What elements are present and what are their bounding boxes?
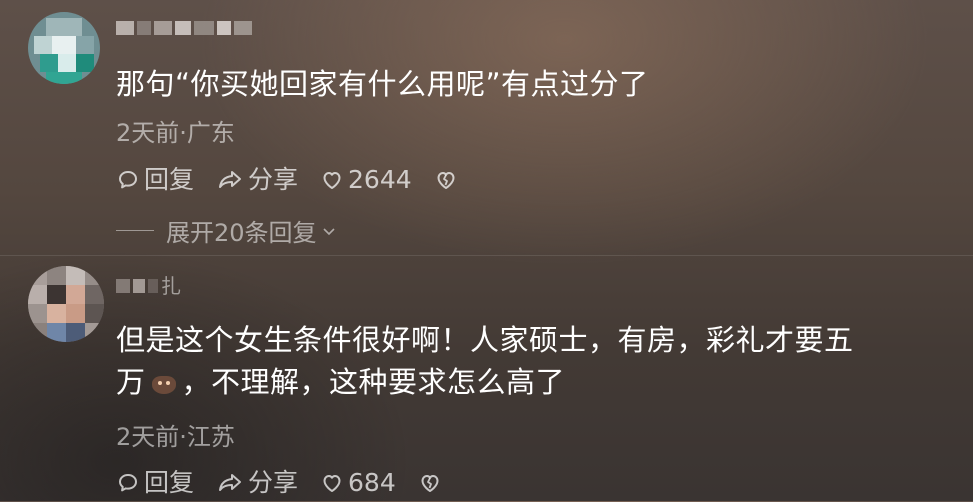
comment-time-location: 2天前·广东: [116, 119, 235, 147]
like-count: 684: [348, 468, 396, 497]
share-label: 分享: [248, 468, 299, 497]
comment-bubble-icon: [116, 471, 140, 495]
avatar[interactable]: [28, 12, 100, 84]
dislike-button[interactable]: [418, 471, 446, 495]
comment-actions: 回复 分享 684: [116, 468, 468, 498]
comment-item: 那句“你买她回家有什么用呢”有点过分了 2天前·广东 回复 分享 2644 展开…: [0, 0, 973, 255]
share-button[interactable]: 分享: [216, 468, 298, 498]
share-button[interactable]: 分享: [216, 165, 298, 195]
expand-replies-button[interactable]: 展开20条回复: [116, 213, 341, 248]
heart-icon: [320, 471, 344, 495]
emoji-icon: [151, 376, 176, 394]
username-text: 扎: [161, 274, 181, 298]
share-arrow-icon: [216, 168, 244, 192]
reply-button[interactable]: 回复: [116, 165, 194, 195]
like-button[interactable]: 2644: [320, 165, 412, 195]
heart-icon: [320, 168, 344, 192]
share-arrow-icon: [216, 471, 244, 495]
username[interactable]: 扎: [116, 274, 181, 298]
reply-label: 回复: [144, 165, 195, 194]
expand-replies-label: 展开20条回复: [166, 219, 317, 247]
username[interactable]: [116, 18, 252, 38]
like-button[interactable]: 684: [320, 468, 396, 498]
comment-text: 但是这个女生条件很好啊！人家硕士，有房，彩礼才要五 万，不理解，这种要求怎么高了: [116, 323, 854, 399]
divider: [116, 230, 154, 231]
dislike-button[interactable]: [434, 168, 462, 192]
share-label: 分享: [248, 165, 299, 194]
comment-bubble-icon: [116, 168, 140, 192]
reply-button[interactable]: 回复: [116, 468, 194, 498]
comment-actions: 回复 分享 2644: [116, 165, 484, 195]
reply-label: 回复: [144, 468, 195, 497]
chevron-down-icon: [321, 223, 337, 239]
broken-heart-icon: [418, 471, 442, 495]
comment-time-location: 2天前·江苏: [116, 423, 235, 451]
like-count: 2644: [348, 165, 412, 194]
avatar[interactable]: [28, 266, 104, 342]
comment-item: 扎 但是这个女生条件很好啊！人家硕士，有房，彩礼才要五 万，不理解，这种要求怎么…: [0, 255, 973, 502]
broken-heart-icon: [434, 168, 458, 192]
comment-text: 那句“你买她回家有什么用呢”有点过分了: [116, 67, 649, 101]
